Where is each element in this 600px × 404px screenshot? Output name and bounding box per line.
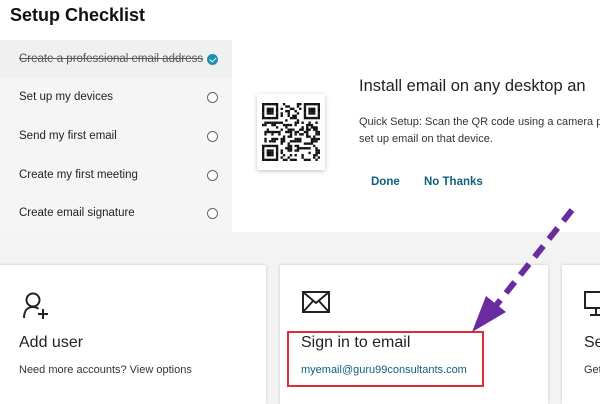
circle-icon	[207, 130, 218, 142]
checklist-item-label: Create my first meeting	[19, 169, 138, 181]
description-line: set up email on that device.	[359, 133, 493, 145]
checklist-item-email-signature[interactable]: Create email signature	[0, 194, 232, 232]
description-line: Quick Setup: Scan the QR code using a ca…	[359, 116, 600, 128]
card-title: Add user	[19, 334, 84, 351]
envelope-icon	[302, 291, 330, 318]
add-user-card[interactable]: Add user Need more accounts? View option…	[0, 265, 266, 404]
card-subtitle: Get	[584, 364, 600, 376]
card-subtitle: Need more accounts? View options	[19, 364, 192, 376]
card-title: Sign in to email	[301, 334, 411, 351]
qr-code	[257, 94, 325, 170]
email-address-link[interactable]: myemail@guru99consultants.com	[301, 364, 467, 376]
circle-icon	[207, 169, 218, 181]
panel-description: Quick Setup: Scan the QR code using a ca…	[359, 114, 600, 148]
checklist-item-label: Send my first email	[19, 130, 117, 142]
circle-icon	[207, 207, 218, 219]
page-title: Setup Checklist	[10, 5, 146, 25]
checklist-item-label: Create a professional email address	[19, 53, 204, 65]
checklist-item-create-email[interactable]: Create a professional email address	[0, 40, 232, 78]
add-user-icon	[22, 291, 50, 326]
qr-code-icon	[262, 103, 320, 161]
page-header: Setup Checklist	[0, 0, 600, 40]
check-circle-icon	[207, 53, 218, 65]
checklist-item-first-meeting[interactable]: Create my first meeting	[0, 156, 232, 194]
install-email-panel: Install email on any desktop an Quick Se…	[232, 40, 600, 232]
done-button[interactable]: Done	[371, 176, 400, 188]
panel-title: Install email on any desktop an	[359, 77, 586, 95]
sign-in-email-card[interactable]: Sign in to email myemail@guru99consultan…	[280, 265, 548, 404]
setup-checklist: Create a professional email address Set …	[0, 40, 232, 232]
checklist-item-label: Set up my devices	[19, 91, 113, 103]
checklist-item-first-email[interactable]: Send my first email	[0, 117, 232, 155]
checklist-item-label: Create email signature	[19, 207, 135, 219]
third-card[interactable]: Se Get	[562, 265, 600, 404]
checklist-item-setup-devices[interactable]: Set up my devices	[0, 78, 232, 116]
no-thanks-button[interactable]: No Thanks	[424, 176, 483, 188]
monitor-icon	[584, 291, 600, 322]
card-title: Se	[584, 334, 600, 351]
circle-icon	[207, 91, 218, 103]
